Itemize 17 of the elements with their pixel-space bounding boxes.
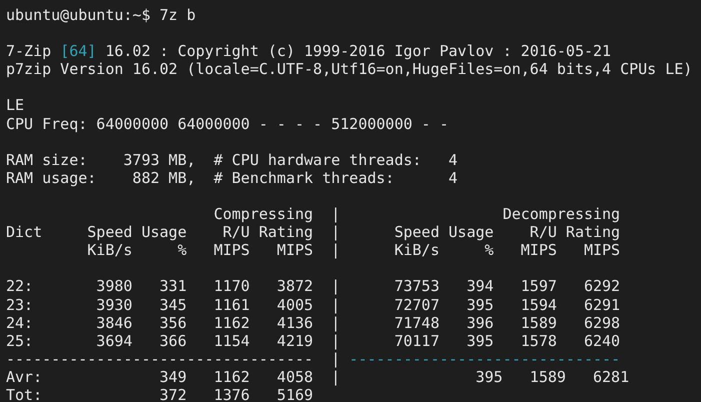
terminal-line: 23: 3930 345 1161 4005 | 72707 395 1594 6291	[6, 296, 620, 314]
terminal-line: KiB/s % MIPS MIPS | KiB/s % MIPS MIPS	[86, 241, 620, 260]
terminal-line: Avr: 349 1162 4058 | 395 1589 6281	[6, 368, 630, 386]
terminal-line: LE	[6, 96, 24, 115]
terminal-line: p7zip Version 16.02 (locale=C.UTF-8,Utf16=on,HugeFiles=on,64 bits,4 CPUs LE)	[6, 60, 692, 78]
terminal-line: 24: 3846 356 1162 4136 | 71748 396 1589 6298	[6, 314, 620, 332]
terminal-line: ---------------------------------- | ------------------------------	[6, 350, 620, 368]
terminal-line: CPU Freq: 64000000 64000000 - - - - 512000000 - -	[6, 114, 449, 133]
terminal-line: 25: 3694 366 1154 4219 | 70117 395 1578 6240	[6, 332, 620, 350]
terminal-line: ubuntu@ubuntu:~$ 7z b	[6, 6, 196, 24]
terminal-line: 7-Zip [64] 16.02 : Copyright (c) 1999-2016 Igor Pavlov : 2016-05-21	[6, 42, 612, 60]
terminal-line: RAM size: 3793 MB, # CPU hardware threads: 4	[6, 150, 458, 169]
terminal-line: Tot: 372 1376 5169	[6, 386, 314, 402]
terminal-line: 22: 3980 331 1170 3872 | 73753 394 1597 6292	[6, 277, 620, 296]
terminal-line: RAM usage: 882 MB, # Benchmark threads: 4	[6, 168, 458, 187]
terminal-line: Dict Speed Usage R/U Rating | Speed Usage R/U Rating	[6, 223, 620, 242]
terminal-line: Compressing | Decompressing	[212, 205, 620, 224]
